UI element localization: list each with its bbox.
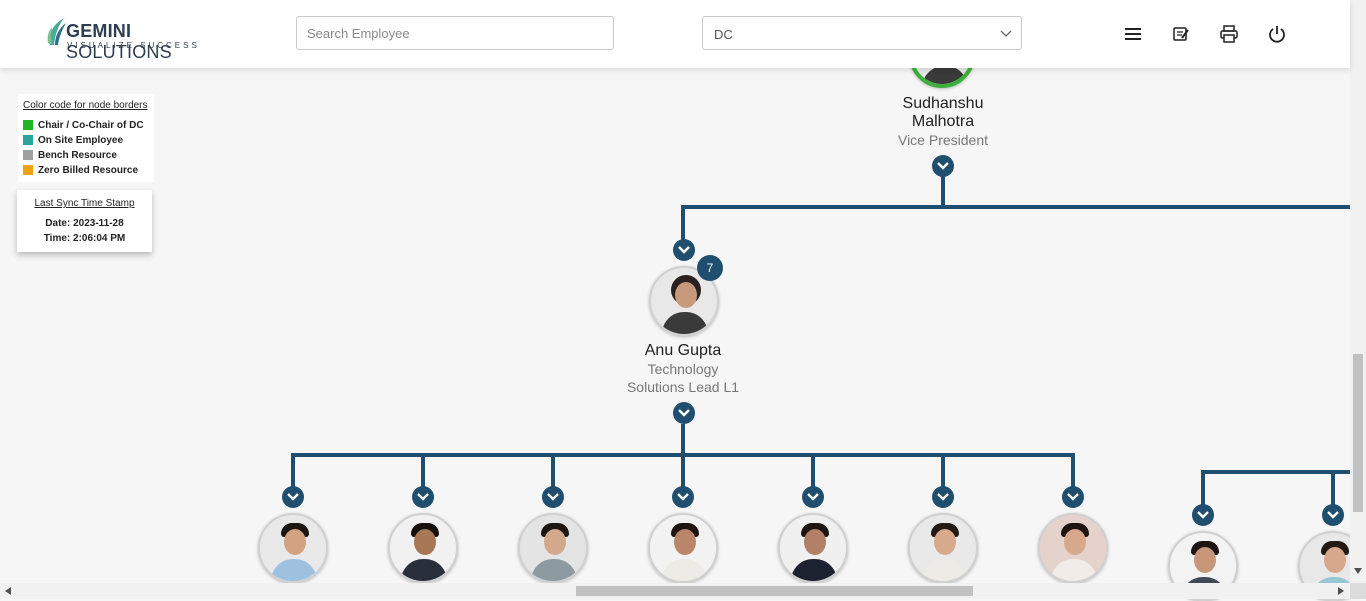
sync-date: Date: 2023-11-28 [45, 218, 124, 229]
gemini-solutions-logo[interactable]: GEMINI SOLUTIONS VISUALIZE SUCCESS [46, 17, 216, 62]
chevron-down-icon [677, 493, 689, 501]
scroll-left-arrow-icon[interactable] [5, 587, 11, 595]
expand-toggle[interactable] [1192, 504, 1214, 526]
expand-toggle[interactable] [1322, 504, 1344, 526]
horizontal-scroll-thumb[interactable] [576, 586, 973, 596]
employee-avatar[interactable] [518, 513, 588, 583]
expand-toggle[interactable] [802, 486, 824, 508]
employee-avatar[interactable] [648, 513, 718, 583]
node-dept: Technology [647, 361, 719, 377]
node-anu-gupta[interactable]: Anu Gupta Technology Solutions Lead L1 [583, 342, 783, 396]
chevron-down-icon [807, 493, 819, 501]
expand-toggle[interactable] [672, 486, 694, 508]
node-title: Solutions Lead L1 [626, 379, 740, 395]
employee-avatar[interactable] [258, 513, 328, 583]
sync-timestamp-card: Last Sync Time Stamp Date: 2023-11-28 Ti… [17, 190, 152, 252]
dc-select[interactable]: DC [702, 16, 1022, 50]
collapse-toggle[interactable] [673, 239, 695, 261]
search-employee-input[interactable] [296, 16, 614, 50]
expand-toggle[interactable] [412, 486, 434, 508]
menu-icon[interactable] [1123, 24, 1143, 44]
node-name: Sudhanshu [902, 95, 984, 112]
leaf-logo-icon [47, 18, 66, 45]
expand-toggle[interactable] [542, 486, 564, 508]
sync-title: Last Sync Time Stamp [34, 198, 135, 209]
vertical-scroll-thumb[interactable] [1353, 354, 1363, 512]
vertical-scrollbar[interactable] [1350, 0, 1366, 583]
chevron-down-icon [937, 162, 949, 170]
employee-avatar[interactable] [388, 513, 458, 583]
employee-avatar[interactable] [1038, 513, 1108, 583]
chevron-down-icon [1197, 511, 1209, 519]
node-sudhanshu[interactable]: Sudhanshu Malhotra Vice President [843, 95, 1043, 149]
sync-time: Time: 2:06:04 PM [43, 233, 126, 244]
logo-tagline: VISUALIZE SUCCESS [67, 41, 200, 50]
scrollbar-corner [1350, 583, 1366, 599]
expand-toggle[interactable] [932, 486, 954, 508]
power-icon[interactable] [1267, 24, 1287, 44]
legend-item: Bench Resource [23, 150, 117, 162]
legend-item: Zero Billed Resource [23, 165, 138, 177]
employee-avatar[interactable] [908, 513, 978, 583]
node-title: Vice President [897, 132, 988, 148]
print-icon[interactable] [1219, 24, 1239, 44]
expand-toggle[interactable] [932, 155, 954, 177]
chevron-down-icon [547, 493, 559, 501]
report-count-badge: 7 [697, 255, 723, 281]
chevron-down-icon [678, 246, 690, 254]
employee-avatar[interactable] [778, 513, 848, 583]
legend-title: Color code for node borders [23, 100, 148, 111]
color-legend: Color code for node borders Chair / Co-C… [18, 94, 154, 182]
chevron-down-icon [1327, 511, 1339, 519]
horizontal-scrollbar[interactable] [0, 583, 1350, 599]
chevron-down-icon [1067, 493, 1079, 501]
chevron-down-icon [287, 493, 299, 501]
collapse-toggle[interactable] [673, 402, 695, 424]
top-header: GEMINI SOLUTIONS VISUALIZE SUCCESS DC [0, 0, 1350, 68]
node-name: Anu Gupta [644, 342, 722, 359]
node-name: Malhotra [911, 113, 975, 130]
chevron-down-icon [937, 493, 949, 501]
legend-item: On Site Employee [23, 135, 123, 147]
chevron-down-icon [417, 493, 429, 501]
expand-toggle[interactable] [282, 486, 304, 508]
chevron-down-icon [1000, 30, 1012, 37]
legend-item: Chair / Co-Chair of DC [23, 120, 144, 132]
dc-select-value: DC [714, 27, 733, 42]
scroll-down-arrow-icon[interactable] [1354, 568, 1362, 574]
chevron-down-icon [678, 409, 690, 417]
scroll-right-arrow-icon[interactable] [1338, 587, 1344, 595]
edit-note-icon[interactable] [1171, 24, 1191, 44]
expand-toggle[interactable] [1062, 486, 1084, 508]
